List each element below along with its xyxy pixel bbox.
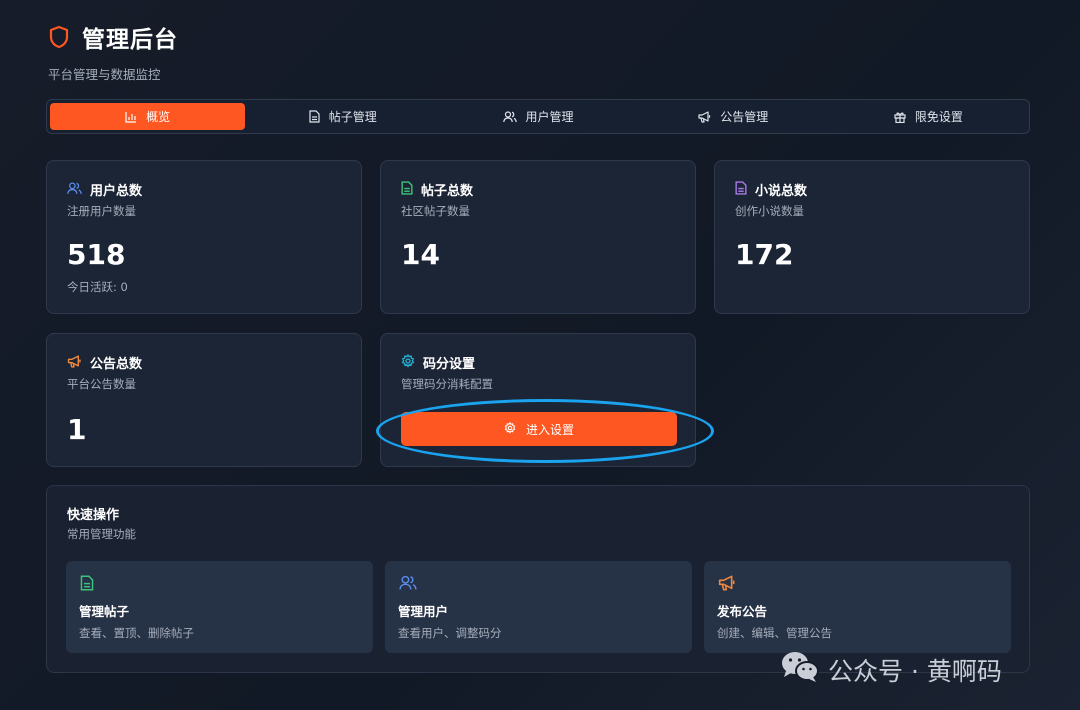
quick-actions-panel: 快速操作 常用管理功能 管理帖子 查看、置顶、删除帖子 管理用户 查看用户、调整… bbox=[46, 485, 1030, 673]
user-count: 518 bbox=[67, 238, 126, 271]
gear-icon bbox=[504, 421, 516, 437]
card-title: 帖子总数 bbox=[421, 184, 474, 199]
stat-card-announcements: 公告总数 平台公告数量 1 bbox=[46, 333, 362, 467]
card-subtitle: 平台公告数量 bbox=[67, 377, 136, 391]
quick-action-manage-users[interactable]: 管理用户 查看用户、调整码分 bbox=[385, 561, 692, 653]
enter-settings-button[interactable]: 进入设置 bbox=[401, 412, 677, 446]
tab-label: 限免设置 bbox=[914, 110, 963, 124]
tab-bar: 概览 帖子管理 用户管理 公告管理 限免设置 bbox=[46, 99, 1030, 134]
card-subtitle: 创作小说数量 bbox=[735, 204, 804, 218]
card-title: 公告总数 bbox=[90, 357, 143, 372]
megaphone-icon bbox=[67, 353, 82, 372]
quick-action-manage-posts[interactable]: 管理帖子 查看、置顶、删除帖子 bbox=[66, 561, 373, 653]
users-icon bbox=[67, 180, 82, 199]
code-points-settings-card: 码分设置 管理码分消耗配置 进入设置 bbox=[380, 333, 696, 467]
wechat-icon bbox=[780, 650, 820, 690]
shield-icon bbox=[48, 25, 70, 49]
tab-users[interactable]: 用户管理 bbox=[440, 103, 635, 130]
watermark-text: 公众号 · 黄啊码 bbox=[828, 657, 1002, 686]
page-subtitle: 平台管理与数据监控 bbox=[48, 67, 161, 82]
quick-action-title: 管理用户 bbox=[398, 604, 449, 619]
page-title: 管理后台 bbox=[82, 27, 178, 53]
announcement-count: 1 bbox=[67, 413, 87, 446]
card-subtitle: 注册用户数量 bbox=[67, 204, 136, 218]
stat-card-novels: 小说总数 创作小说数量 172 bbox=[714, 160, 1030, 314]
quick-action-desc: 查看、置顶、删除帖子 bbox=[79, 626, 194, 640]
active-today: 今日活跃: 0 bbox=[67, 280, 128, 294]
megaphone-icon bbox=[698, 110, 711, 123]
gear-icon bbox=[401, 353, 415, 372]
document-icon bbox=[401, 180, 413, 199]
post-count: 14 bbox=[401, 238, 440, 271]
gift-icon bbox=[894, 111, 906, 123]
page-header: 管理后台 平台管理与数据监控 bbox=[48, 20, 178, 83]
button-label: 进入设置 bbox=[525, 422, 574, 437]
tab-posts[interactable]: 帖子管理 bbox=[245, 103, 440, 130]
document-icon bbox=[735, 180, 747, 199]
card-title: 用户总数 bbox=[90, 184, 143, 199]
tab-announcements[interactable]: 公告管理 bbox=[636, 103, 831, 130]
bar-chart-icon bbox=[125, 111, 137, 123]
quick-action-title: 发布公告 bbox=[717, 604, 768, 619]
card-title: 码分设置 bbox=[423, 357, 476, 372]
section-title: 快速操作 bbox=[67, 508, 120, 523]
watermark: 公众号 · 黄啊码 bbox=[780, 650, 1002, 690]
tab-free-settings[interactable]: 限免设置 bbox=[831, 103, 1026, 130]
tab-label: 帖子管理 bbox=[328, 110, 377, 124]
quick-action-desc: 创建、编辑、管理公告 bbox=[717, 626, 832, 640]
tab-label: 概览 bbox=[146, 110, 171, 124]
card-subtitle: 管理码分消耗配置 bbox=[401, 377, 493, 391]
section-subtitle: 常用管理功能 bbox=[67, 527, 136, 541]
stat-card-posts: 帖子总数 社区帖子数量 14 bbox=[380, 160, 696, 314]
novel-count: 172 bbox=[735, 238, 794, 271]
users-icon bbox=[502, 110, 517, 123]
card-subtitle: 社区帖子数量 bbox=[401, 204, 470, 218]
tab-label: 用户管理 bbox=[525, 110, 574, 124]
quick-action-publish-announcement[interactable]: 发布公告 创建、编辑、管理公告 bbox=[704, 561, 1011, 653]
stat-card-users: 用户总数 注册用户数量 518 今日活跃: 0 bbox=[46, 160, 362, 314]
tab-label: 公告管理 bbox=[720, 110, 769, 124]
tab-overview[interactable]: 概览 bbox=[50, 103, 246, 130]
quick-action-desc: 查看用户、调整码分 bbox=[398, 626, 502, 640]
card-title: 小说总数 bbox=[755, 184, 808, 199]
quick-action-title: 管理帖子 bbox=[79, 604, 130, 619]
document-icon bbox=[309, 110, 320, 123]
